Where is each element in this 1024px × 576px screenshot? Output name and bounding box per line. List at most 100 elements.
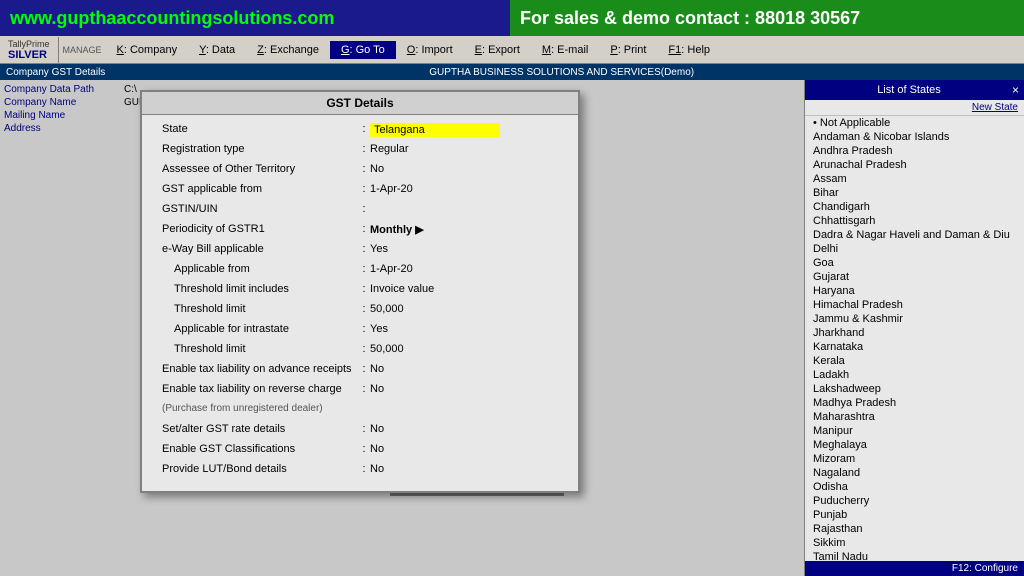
menu-y[interactable]: Y: Data	[188, 41, 246, 59]
menu-o[interactable]: O: Import	[396, 41, 464, 59]
intrastate-value: Yes	[370, 323, 562, 335]
state-list-item[interactable]: Goa	[805, 256, 1024, 270]
website-link[interactable]: www.gupthaaccountingsolutions.com	[10, 8, 334, 29]
silver-text: SILVER	[8, 49, 50, 61]
applicable-from-label: Applicable from	[158, 263, 358, 275]
state-list-item[interactable]: Assam	[805, 172, 1024, 186]
reverse-value: No	[370, 383, 562, 395]
state-list-item[interactable]: Madhya Pradesh	[805, 396, 1024, 410]
tally-logo: TallyPrime SILVER	[0, 37, 59, 63]
state-list-item[interactable]: Arunachal Pradesh	[805, 158, 1024, 172]
menu-k[interactable]: K: Company	[106, 41, 189, 59]
gst-class-label: Enable GST Classifications	[158, 443, 358, 455]
eway-label: e-Way Bill applicable	[158, 243, 358, 255]
f12-bar: F12: Configure	[805, 561, 1024, 576]
regtype-label: Registration type	[158, 143, 358, 155]
modal-row-assessee: Assessee of Other Territory : No	[158, 163, 562, 179]
modal-row-gst-class: Enable GST Classifications : No	[158, 443, 562, 459]
manage-label: MANAGE	[59, 45, 106, 55]
assessee-value: No	[370, 163, 562, 175]
modal-row-intrastate: Applicable for intrastate : Yes	[158, 323, 562, 339]
modal-row-gst-from: GST applicable from : 1-Apr-20	[158, 183, 562, 199]
state-list-item[interactable]: Haryana	[805, 284, 1024, 298]
state-list-item[interactable]: Sikkim	[805, 536, 1024, 550]
tally-text: TallyPrime	[8, 39, 50, 49]
modal-row-gstin: GSTIN/UIN :	[158, 203, 562, 219]
state-list-item[interactable]: Andhra Pradesh	[805, 144, 1024, 158]
state-list-item[interactable]: Jharkhand	[805, 326, 1024, 340]
left-panel: Company Data Path C:\ Company Name GUPTH…	[0, 80, 804, 576]
state-list-item[interactable]: Punjab	[805, 508, 1024, 522]
threshold2-value: 50,000	[370, 343, 562, 355]
state-list-item[interactable]: Meghalaya	[805, 438, 1024, 452]
gst-class-value: No	[370, 443, 562, 455]
state-list-item[interactable]: Karnataka	[805, 340, 1024, 354]
lut-value: No	[370, 463, 562, 475]
state-list-item[interactable]: Jammu & Kashmir	[805, 312, 1024, 326]
banner-right: For sales & demo contact : 88018 30567	[510, 0, 1024, 36]
state-list-item[interactable]: Manipur	[805, 424, 1024, 438]
advance-label: Enable tax liability on advance receipts	[158, 363, 358, 375]
state-list-item[interactable]: Dadra & Nagar Haveli and Daman & Diu	[805, 228, 1024, 242]
note-label: (Purchase from unregistered dealer)	[158, 403, 358, 414]
state-list-item[interactable]: Lakshadweep	[805, 382, 1024, 396]
banner-left: www.gupthaaccountingsolutions.com	[0, 0, 510, 36]
menu-items: K: Company Y: Data Z: Exchange G: Go To …	[106, 41, 1024, 59]
gst-from-value: 1-Apr-20	[370, 183, 562, 195]
reverse-label: Enable tax liability on reverse charge	[158, 383, 358, 395]
menu-f1[interactable]: F1: Help	[657, 41, 721, 59]
gst-rate-label: Set/alter GST rate details	[158, 423, 358, 435]
state-list-item[interactable]: Maharashtra	[805, 410, 1024, 424]
gst-rate-value: No	[370, 423, 562, 435]
state-list-item[interactable]: Chandigarh	[805, 200, 1024, 214]
state-list-item[interactable]: Kerala	[805, 354, 1024, 368]
modal-row-threshold2: Threshold limit : 50,000	[158, 343, 562, 359]
threshold-includes-label: Threshold limit includes	[158, 283, 358, 295]
state-list-item[interactable]: Mizoram	[805, 452, 1024, 466]
state-list-item[interactable]: Chhattisgarh	[805, 214, 1024, 228]
states-list: • Not ApplicableAndaman & Nicobar Island…	[805, 116, 1024, 563]
state-list-item[interactable]: Puducherry	[805, 494, 1024, 508]
state-list-item[interactable]: Delhi	[805, 242, 1024, 256]
modal-row-advance: Enable tax liability on advance receipts…	[158, 363, 562, 379]
state-list-item[interactable]: Nagaland	[805, 466, 1024, 480]
state-list-item[interactable]: Gujarat	[805, 270, 1024, 284]
breadcrumb-bar: Company GST Details GUPTHA BUSINESS SOLU…	[0, 64, 1024, 80]
state-list-item[interactable]: Ladakh	[805, 368, 1024, 382]
gstin-label: GSTIN/UIN	[158, 203, 358, 215]
state-list-item[interactable]: • Not Applicable	[805, 116, 1024, 130]
modal-overlay: GST Details State : Registration type : …	[0, 80, 804, 576]
menu-e[interactable]: E: Export	[464, 41, 531, 59]
modal-row-threshold-includes: Threshold limit includes : Invoice value	[158, 283, 562, 299]
menu-z[interactable]: Z: Exchange	[246, 41, 330, 59]
state-list-item[interactable]: Rajasthan	[805, 522, 1024, 536]
threshold1-value: 50,000	[370, 303, 562, 315]
tally-header: TallyPrime SILVER MANAGE K: Company Y: D…	[0, 36, 1024, 64]
state-list-item[interactable]: Bihar	[805, 186, 1024, 200]
threshold1-label: Threshold limit	[158, 303, 358, 315]
modal-row-state: State :	[158, 123, 562, 139]
modal-row-reverse: Enable tax liability on reverse charge :…	[158, 383, 562, 399]
menu-p[interactable]: P: Print	[599, 41, 657, 59]
menu-m[interactable]: M: E-mail	[531, 41, 599, 59]
new-state-button[interactable]: New State	[805, 100, 1024, 116]
states-close-button[interactable]: ×	[1010, 83, 1021, 97]
periodicity-label: Periodicity of GSTR1	[158, 223, 358, 235]
state-list-item[interactable]: Andaman & Nicobar Islands	[805, 130, 1024, 144]
regtype-value: Regular	[370, 143, 562, 155]
modal-row-regtype: Registration type : Regular	[158, 143, 562, 159]
breadcrumb-center: GUPTHA BUSINESS SOLUTIONS AND SERVICES(D…	[429, 67, 694, 78]
main-area: Company Data Path C:\ Company Name GUPTH…	[0, 80, 1024, 576]
modal-row-note: (Purchase from unregistered dealer)	[158, 403, 562, 419]
sales-text: For sales & demo contact : 88018 30567	[520, 8, 860, 29]
modal-row-threshold1: Threshold limit : 50,000	[158, 303, 562, 319]
state-list-item[interactable]: Odisha	[805, 480, 1024, 494]
menu-g[interactable]: G: Go To	[330, 41, 396, 59]
modal-row-eway: e-Way Bill applicable : Yes	[158, 243, 562, 259]
states-header: List of States ×	[805, 80, 1024, 100]
modal-row-lut: Provide LUT/Bond details : No	[158, 463, 562, 479]
modal-row-applicable-from: Applicable from : 1-Apr-20	[158, 263, 562, 279]
state-list-item[interactable]: Himachal Pradesh	[805, 298, 1024, 312]
state-input[interactable]	[370, 123, 500, 137]
periodicity-value: Monthly ▶	[370, 223, 562, 236]
